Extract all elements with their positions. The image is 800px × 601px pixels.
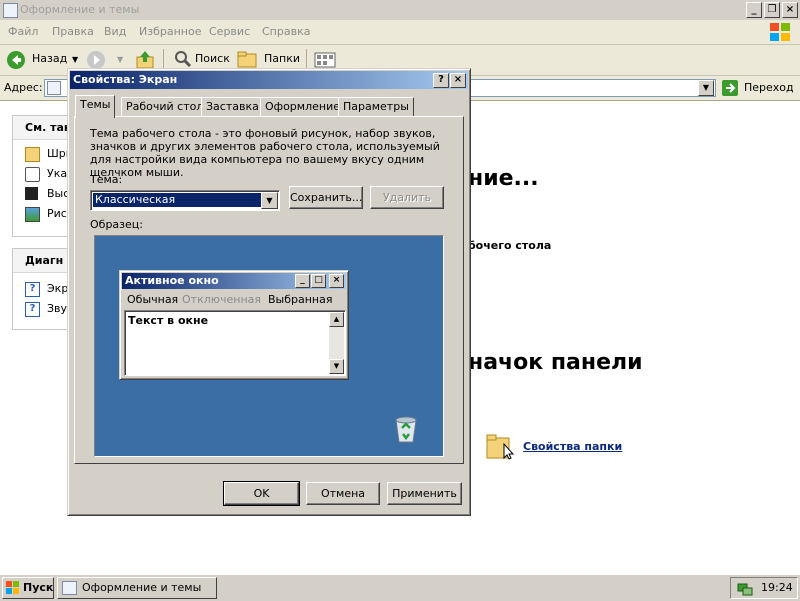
maximize-button[interactable]: ❐ xyxy=(764,2,780,18)
folder-app-icon xyxy=(3,3,18,18)
pane-heading: См. так xyxy=(13,116,73,140)
tab-themes[interactable]: Темы xyxy=(75,95,116,118)
chevron-down-icon[interactable]: ▼ xyxy=(261,192,278,209)
troubleshoot-pane: Диагн ? Экр ? Зву xyxy=(12,248,74,330)
tab-screensaver[interactable]: Заставка xyxy=(201,97,264,116)
fonts-folder-icon xyxy=(25,147,40,162)
folder-options-icon[interactable] xyxy=(486,432,516,460)
windows-flag-icon xyxy=(6,581,19,594)
dialog-title-bar[interactable]: Свойства: Экран ? × xyxy=(70,71,468,89)
preview-window-text: Текст в окне xyxy=(128,314,209,327)
pane-heading: Диагн xyxy=(13,249,73,273)
content-heading-partial: ние... xyxy=(468,166,539,191)
back-dropdown-icon[interactable]: ▼ xyxy=(72,55,78,64)
up-folder-icon[interactable] xyxy=(135,50,155,70)
views-icon[interactable] xyxy=(314,51,336,69)
preview-menu-normal: Обычная xyxy=(127,293,179,306)
menu-favorites[interactable]: Избранное xyxy=(139,25,201,38)
preview-menu-disabled: Отключенная xyxy=(182,293,262,306)
pane-item[interactable]: Выс xyxy=(13,184,73,204)
theme-label: Тема: xyxy=(90,173,123,186)
clock: 19:24 xyxy=(761,581,793,594)
explorer-title: Оформление и темы xyxy=(20,3,140,16)
windows-logo-icon xyxy=(770,23,790,41)
delete-theme-button[interactable]: Удалить xyxy=(370,186,444,209)
dialog-close-button[interactable]: × xyxy=(450,73,466,88)
pane-item[interactable]: ? Экр xyxy=(13,279,73,299)
address-label: Адрес: xyxy=(4,81,43,94)
tab-appearance[interactable]: Оформление xyxy=(260,97,345,116)
theme-dropdown-value: Классическая xyxy=(93,193,261,207)
help-button[interactable]: ? xyxy=(433,73,449,88)
scroll-up-icon: ▲ xyxy=(329,312,344,327)
go-label: Переход xyxy=(744,81,794,94)
content-heading-partial-2: начок панели xyxy=(468,350,643,375)
folders-button[interactable]: Папки xyxy=(264,52,300,65)
theme-preview: Активное окно _ □ × Обычная Отключенная … xyxy=(94,235,444,457)
dialog-title: Свойства: Экран xyxy=(73,73,178,86)
preview-active-window: Активное окно _ □ × Обычная Отключенная … xyxy=(119,270,349,380)
tab-settings[interactable]: Параметры xyxy=(338,97,414,116)
picture-icon xyxy=(25,207,40,222)
help-icon: ? xyxy=(25,302,40,317)
back-button[interactable]: Назад xyxy=(32,52,67,65)
forward-dropdown-icon[interactable]: ▼ xyxy=(117,55,123,64)
ok-button[interactable]: OK xyxy=(223,481,300,506)
pane-item[interactable]: Шри xyxy=(13,144,73,164)
close-button[interactable]: × xyxy=(782,2,798,18)
go-arrow-icon xyxy=(722,80,738,96)
address-folder-icon xyxy=(47,81,61,95)
pane-item[interactable]: ? Зву xyxy=(13,299,73,319)
scroll-down-icon: ▼ xyxy=(329,359,344,374)
apply-button[interactable]: Применить xyxy=(387,482,462,505)
preview-minimize-icon: _ xyxy=(295,274,310,288)
start-button[interactable]: Пуск xyxy=(2,577,54,599)
menu-file[interactable]: Файл xyxy=(8,25,38,38)
back-arrow-icon[interactable] xyxy=(6,50,26,70)
preview-text-area: Текст в окне ▲ ▼ xyxy=(124,310,346,376)
search-button[interactable]: Поиск xyxy=(195,52,230,65)
taskbar-window-label: Оформление и темы xyxy=(82,581,202,594)
help-icon: ? xyxy=(25,282,40,297)
recycle-bin-icon xyxy=(395,416,417,443)
tab-desktop[interactable]: Рабочий стол xyxy=(121,97,209,116)
save-theme-button[interactable]: Сохранить... xyxy=(289,186,363,209)
mouse-pointer-icon xyxy=(25,167,40,182)
preview-menu-selected: Выбранная xyxy=(268,293,333,306)
pane-item[interactable]: Ука xyxy=(13,164,73,184)
pane-item[interactable]: Рис xyxy=(13,204,73,224)
menu-view[interactable]: Вид xyxy=(104,25,126,38)
taskbar-window-button[interactable]: Оформление и темы xyxy=(57,577,217,599)
minimize-button[interactable]: _ xyxy=(746,2,762,18)
preview-window-title: Активное окно xyxy=(125,274,219,287)
menu-tools[interactable]: Сервис xyxy=(209,25,250,38)
start-label: Пуск xyxy=(23,581,54,594)
network-icon[interactable] xyxy=(737,580,753,596)
window-icon xyxy=(62,581,77,595)
cancel-button[interactable]: Отмена xyxy=(306,482,380,505)
taskbar: Пуск Оформление и темы 19:24 xyxy=(0,573,800,601)
search-icon[interactable] xyxy=(174,50,192,68)
menu-bar: Файл Правка Вид Избранное Сервис Справка xyxy=(0,20,800,45)
content-text-partial[interactable]: бочего стола xyxy=(468,239,551,252)
system-tray: 19:24 xyxy=(730,577,798,599)
themes-description: Тема рабочего стола - это фоновый рисуно… xyxy=(90,127,440,179)
see-also-pane: См. так Шри Ука Выс Рис xyxy=(12,115,74,237)
folders-icon[interactable] xyxy=(237,50,259,68)
explorer-title-bar[interactable]: Оформление и темы _ ❐ × xyxy=(0,0,800,21)
preview-scrollbar: ▲ ▼ xyxy=(329,312,344,374)
forward-arrow-icon[interactable] xyxy=(86,50,106,70)
preview-close-icon: × xyxy=(329,274,344,288)
menu-help[interactable]: Справка xyxy=(262,25,310,38)
menu-edit[interactable]: Правка xyxy=(52,25,94,38)
address-dropdown-icon[interactable]: ▼ xyxy=(698,80,714,96)
folder-options-link[interactable]: Свойства папки xyxy=(523,440,622,453)
theme-dropdown[interactable]: Классическая ▼ xyxy=(90,190,280,211)
sample-label: Образец: xyxy=(90,218,143,231)
preview-maximize-icon: □ xyxy=(311,274,326,288)
contrast-icon xyxy=(25,187,38,200)
display-properties-dialog: Свойства: Экран ? × Темы Рабочий стол За… xyxy=(67,68,471,516)
preview-title-bar: Активное окно _ □ × xyxy=(122,273,346,289)
